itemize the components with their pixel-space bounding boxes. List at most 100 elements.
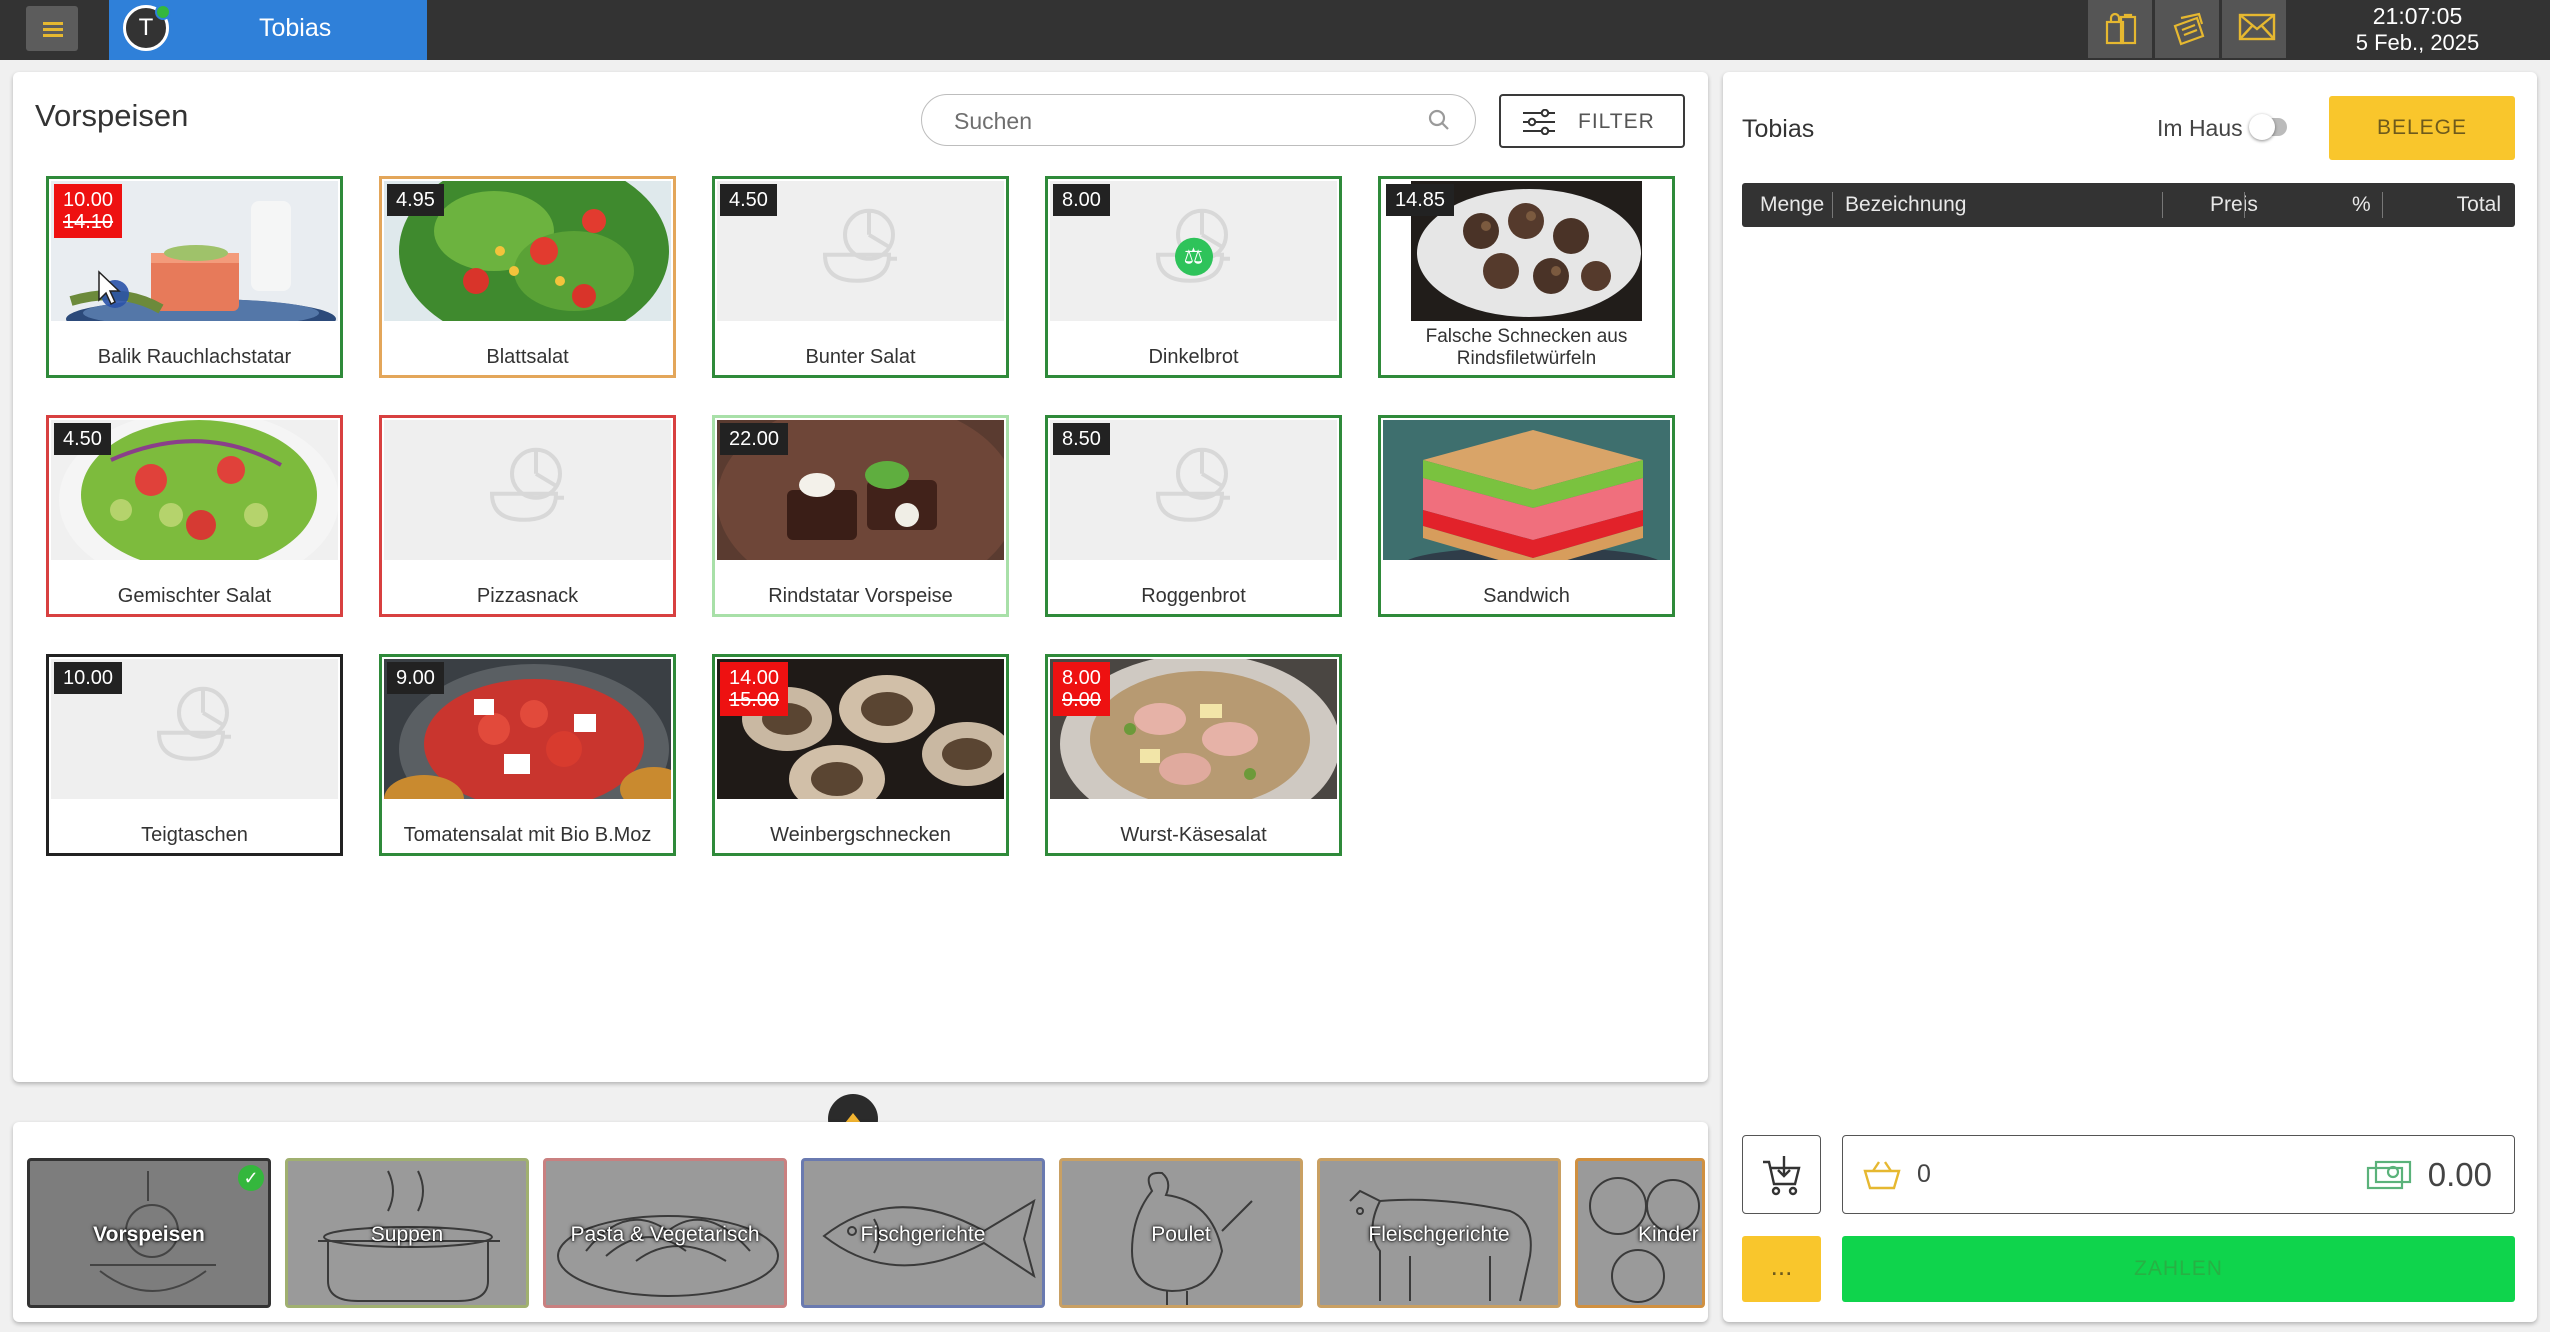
food-placeholder-icon	[1155, 447, 1230, 522]
product-name: Roggenbrot	[1141, 585, 1246, 607]
clock: 21:07:05 5 Feb., 2025	[2330, 2, 2505, 56]
old-price: 9.00	[1062, 689, 1101, 711]
category-label: Fleischgerichte	[1368, 1223, 1510, 1246]
sandwich-image	[1383, 420, 1670, 560]
price-badge: 22.00	[720, 423, 789, 455]
more-options-button[interactable]: ...	[1742, 1236, 1821, 1302]
column-qty: Menge	[1760, 193, 1825, 216]
search-input[interactable]	[952, 105, 1416, 137]
hamburger-icon-line	[43, 28, 63, 31]
clock-time: 21:07:05	[2372, 3, 2463, 29]
product-tile-dinkelbrot[interactable]: ⚖ 8.00 Dinkelbrot	[1045, 176, 1342, 378]
product-name: Falsche Schnecken aus Rindsfiletwürfeln	[1425, 326, 1628, 369]
price-badge: 10.00 14.10	[54, 184, 123, 238]
food-placeholder-icon	[489, 447, 564, 522]
product-name: Pizzasnack	[476, 585, 579, 607]
page-title: Vorspeisen	[35, 98, 189, 133]
price: 4.50	[63, 428, 102, 450]
product-image	[384, 420, 671, 560]
product-name: Teigtaschen	[141, 824, 248, 846]
food-placeholder-icon	[822, 208, 897, 283]
column-description: Bezeichnung	[1845, 193, 1967, 216]
total-amount: 0.00	[2427, 1156, 2492, 1193]
mouse-cursor-icon	[98, 270, 129, 308]
avatar-initial: T	[138, 14, 154, 41]
price: 14.85	[1395, 189, 1446, 211]
price-badge: 8.50	[1053, 423, 1110, 455]
product-name: Balik Rauchlachstatar	[97, 346, 292, 368]
price: 14.00	[729, 667, 780, 689]
food-placeholder-icon	[156, 686, 231, 761]
scale-icon: ⚖	[1174, 237, 1213, 276]
product-name: Blattsalat	[486, 346, 569, 368]
product-tile-falsche-schnecken[interactable]: 14.85 Falsche Schnecken aus Rindsfiletwü…	[1378, 176, 1675, 378]
column-total: Total	[2456, 193, 2501, 216]
product-tile-gemischter-salat[interactable]: 4.50 Gemischter Salat	[46, 415, 343, 617]
shopping-bags-button[interactable]	[2088, 0, 2152, 58]
user-tab[interactable]: T Tobias	[109, 0, 427, 60]
price-badge: 4.50	[54, 423, 111, 455]
product-tile-rindstatar-vorspeise[interactable]: 22.00 Rindstatar Vorspeise	[712, 415, 1009, 617]
category-label: Pasta & Vegetarisch	[570, 1223, 760, 1246]
column-divider	[1832, 192, 1833, 218]
category-tile-fischgerichte[interactable]: Fischgerichte	[801, 1158, 1045, 1308]
price-badge: 4.95	[387, 184, 444, 216]
product-image	[1383, 420, 1670, 560]
price: 8.50	[1062, 428, 1101, 450]
totals-box: 0 0.00	[1842, 1135, 2515, 1214]
category-label: Fischgerichte	[860, 1223, 986, 1246]
pay-button[interactable]: ZAHLEN	[1842, 1236, 2515, 1302]
price: 8.00	[1062, 667, 1101, 689]
top-bar: T Tobias 21:07:05 5 Feb., 2025	[0, 0, 2550, 60]
product-name: Bunter Salat	[805, 346, 916, 368]
price-badge: 4.50	[720, 184, 777, 216]
check-icon: ✓	[238, 1165, 264, 1191]
hamburger-icon	[43, 22, 63, 25]
price: 22.00	[729, 428, 780, 450]
search-box[interactable]	[921, 94, 1476, 146]
filter-button[interactable]: FILTER	[1499, 94, 1685, 148]
receipt-table-header: Menge Bezeichnung Preis % Total	[1742, 183, 2515, 227]
in-house-toggle[interactable]	[2249, 114, 2287, 140]
product-tile-sandwich[interactable]: Sandwich	[1378, 415, 1675, 617]
old-price: 14.10	[63, 211, 114, 233]
category-tile-pasta-vegetarisch[interactable]: Pasta & Vegetarisch	[543, 1158, 787, 1308]
column-divider	[2244, 192, 2245, 218]
price: 8.00	[1062, 189, 1101, 211]
product-tile-blattsalat[interactable]: 4.95 Blattsalat	[379, 176, 676, 378]
price: 9.00	[396, 667, 435, 689]
category-tile-fleischgerichte[interactable]: Fleischgerichte	[1317, 1158, 1561, 1308]
messages-button[interactable]	[2222, 0, 2286, 58]
product-tile-weinbergschnecken[interactable]: 14.00 15.00 Weinbergschnecken	[712, 654, 1009, 856]
category-tile-suppen[interactable]: Suppen	[285, 1158, 529, 1308]
product-tile-tomatensalat[interactable]: 9.00 Tomatensalat mit Bio B.Moz	[379, 654, 676, 856]
cart-download-icon	[1763, 1156, 1801, 1196]
product-name: Sandwich	[1483, 585, 1570, 607]
price-badge: 8.00 9.00	[1053, 662, 1110, 716]
price-badge: 14.00 15.00	[720, 662, 789, 716]
price-badge: 14.85	[1386, 184, 1455, 216]
price: 10.00	[63, 667, 114, 689]
category-bar: ✓ Vorspeisen Suppen Pasta & Vegetarisch …	[13, 1122, 1708, 1322]
product-tile-teigtaschen[interactable]: 10.00 Teigtaschen	[46, 654, 343, 856]
receipts-list-button[interactable]: BELEGE	[2329, 96, 2515, 160]
product-tile-roggenbrot[interactable]: 8.50 Roggenbrot	[1045, 415, 1342, 617]
category-tile-vorspeisen[interactable]: ✓ Vorspeisen	[27, 1158, 271, 1308]
category-tile-kinder[interactable]: Kinder	[1575, 1158, 1705, 1308]
product-tile-wurst-kaesesalat[interactable]: 8.00 9.00 Wurst-Käsesalat	[1045, 654, 1342, 856]
category-label: Poulet	[1151, 1223, 1211, 1246]
shopping-bags-icon	[2105, 12, 2137, 45]
product-name: Gemischter Salat	[117, 585, 272, 607]
user-name: Tobias	[259, 14, 332, 42]
price-badge: 10.00	[54, 662, 123, 694]
cart-button[interactable]	[1742, 1135, 1821, 1214]
column-divider	[2382, 192, 2383, 218]
product-tile-bunter-salat[interactable]: 4.50 Bunter Salat	[712, 176, 1009, 378]
menu-button[interactable]	[26, 6, 78, 51]
product-name: Tomatensalat mit Bio B.Moz	[403, 824, 652, 846]
category-tile-poulet[interactable]: Poulet	[1059, 1158, 1303, 1308]
search-icon[interactable]	[1427, 108, 1451, 132]
money-icon	[2366, 1160, 2412, 1190]
product-tile-pizzasnack[interactable]: Pizzasnack	[379, 415, 676, 617]
receipts-button[interactable]	[2155, 0, 2219, 58]
